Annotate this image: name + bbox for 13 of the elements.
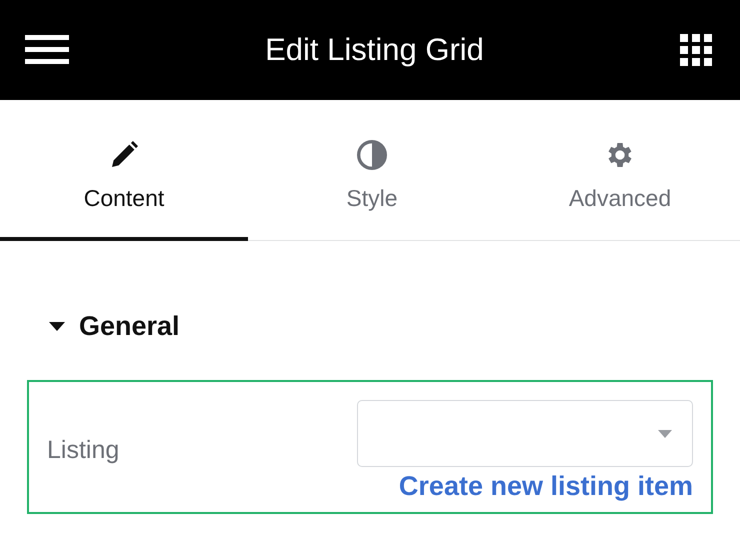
apps-grid-icon[interactable]	[680, 34, 712, 66]
select-field[interactable]	[357, 400, 693, 467]
tab[interactable]: Advanced	[496, 100, 740, 241]
window-title: Edit Listing Grid	[265, 32, 484, 68]
create-link[interactable]: Create new listing item	[398, 471, 693, 502]
caret-icon	[658, 430, 672, 438]
field-label: Listing	[47, 436, 120, 466]
section-header[interactable]: General	[27, 311, 180, 342]
tab[interactable]: Style	[248, 100, 496, 241]
menu-icon[interactable]	[25, 35, 69, 65]
caret-icon	[49, 322, 65, 332]
contrast-icon	[356, 139, 388, 171]
tab[interactable]: Content	[0, 100, 248, 241]
